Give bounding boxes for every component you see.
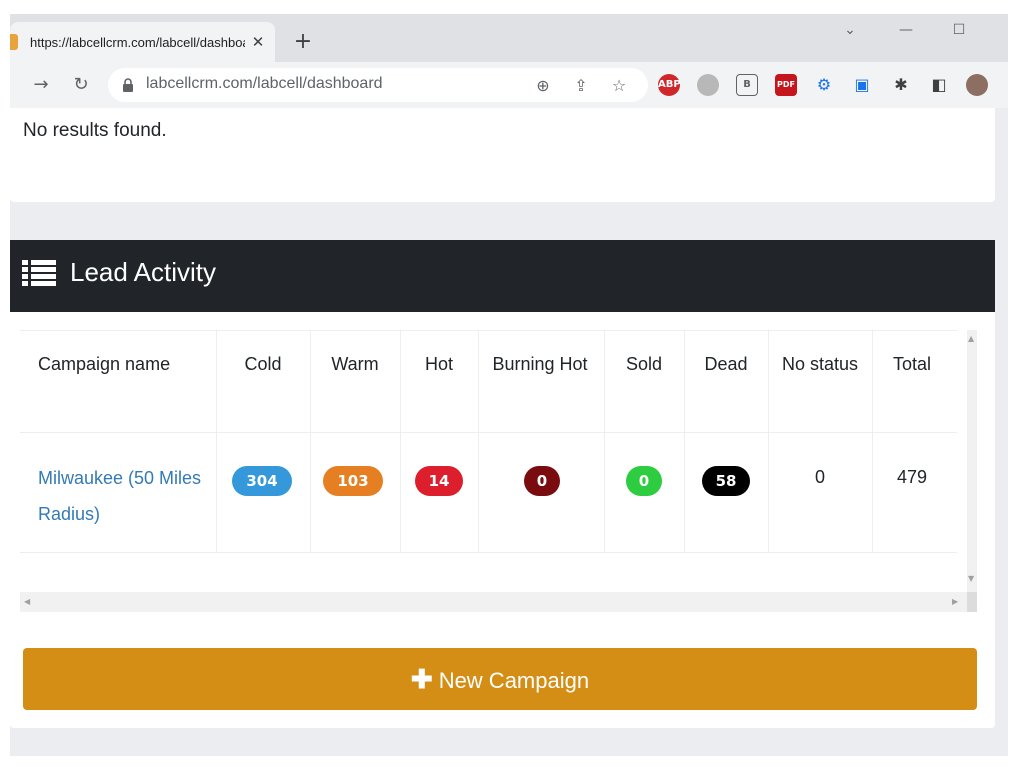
horizontal-scrollbar[interactable]: ◀ ▶ [20,592,977,612]
vertical-scrollbar[interactable]: ▲ ▼ [967,330,977,592]
scroll-right-arrow-icon[interactable]: ▶ [952,597,958,606]
lead-activity-table: Campaign name Cold Warm Hot Burning Hot … [20,330,977,612]
page-content: No results found. Lead Activity Campaign… [10,108,1008,756]
no-results-text: No results found. [23,120,167,141]
url-text[interactable]: labcellcrm.com/labcell/dashboard [146,75,383,93]
reload-icon[interactable]: ↻ [68,72,94,98]
list-icon [22,260,56,286]
site-favicon-icon [10,34,18,50]
browser-toolbar: → ↻ labcellcrm.com/labcell/dashboard ⊕ ⇪… [10,62,1008,108]
new-campaign-button[interactable]: ✚ New Campaign [23,648,977,710]
plus-icon: ✚ [410,664,433,694]
tab-title: https://labcellcrm.com/labcell/dashboard [30,35,245,50]
column-header-warm: Warm [331,354,379,374]
tab-search-chevron-icon[interactable]: ⌄ [838,22,862,42]
scroll-down-arrow-icon[interactable]: ▼ [968,574,974,583]
tab-close-icon[interactable]: ✕ [248,32,268,52]
bookmark-star-icon[interactable]: ☆ [608,75,630,97]
screenshot-extension-icon[interactable]: ▣ [851,74,873,96]
lead-activity-title: Lead Activity [70,257,216,287]
gear-extension-icon[interactable]: ⚙ [813,74,835,96]
no-status-count: 0 [814,467,825,487]
column-divider [478,330,479,552]
puzzle-extensions-icon[interactable]: ✱ [890,74,912,96]
share-icon[interactable]: ⇪ [570,75,592,97]
forward-arrow-icon[interactable]: → [28,72,54,98]
scrollbar-corner [967,592,977,612]
lock-icon [123,78,133,92]
side-panel-icon[interactable]: ◧ [928,74,950,96]
extension-icon[interactable] [697,74,719,96]
campaign-link[interactable]: Milwaukee (50 Miles Radius) [38,460,208,532]
column-header-sold: Sold [625,354,663,374]
minimize-icon[interactable]: — [894,22,918,42]
column-header-cold: Cold [244,354,282,374]
address-bar[interactable]: labcellcrm.com/labcell/dashboard ⊕ ⇪ ☆ [108,68,648,102]
burning-hot-count-badge[interactable]: 0 [524,466,560,496]
bold-extension-icon[interactable]: B [736,74,758,96]
row-divider [20,432,957,433]
zoom-icon[interactable]: ⊕ [532,75,554,97]
maximize-icon[interactable]: ☐ [947,22,971,42]
scroll-left-arrow-icon[interactable]: ◀ [24,597,30,606]
adblock-extension-icon[interactable]: ABP [658,74,681,96]
lead-activity-card: Lead Activity Campaign name Cold Warm Ho… [10,240,995,728]
scroll-up-arrow-icon[interactable]: ▲ [968,334,974,343]
row-divider [20,552,957,553]
column-divider [768,330,769,552]
column-header-no-status: No status [781,354,859,374]
lead-activity-header: Lead Activity [10,240,995,312]
column-header-total: Total [892,354,932,374]
profile-avatar[interactable] [966,74,988,96]
column-header-hot: Hot [424,354,453,374]
hot-count-badge[interactable]: 14 [415,466,463,496]
browser-tab-bar: https://labcellcrm.com/labcell/dashboard… [10,14,1008,68]
column-header-campaign-name: Campaign name [38,354,171,374]
new-campaign-label: New Campaign [438,668,590,693]
pdf-extension-icon[interactable]: PDF [775,74,797,96]
new-tab-button[interactable]: + [290,30,316,56]
sold-count-badge[interactable]: 0 [626,466,662,496]
column-header-dead: Dead [704,354,748,374]
warm-count-badge[interactable]: 103 [323,466,383,496]
results-card: No results found. [10,108,995,202]
column-header-burning-hot: Burning Hot [492,354,588,374]
total-count: 479 [896,467,928,487]
row-divider [20,330,957,331]
cold-count-badge[interactable]: 304 [232,466,292,496]
dead-count-badge[interactable]: 58 [702,466,750,496]
